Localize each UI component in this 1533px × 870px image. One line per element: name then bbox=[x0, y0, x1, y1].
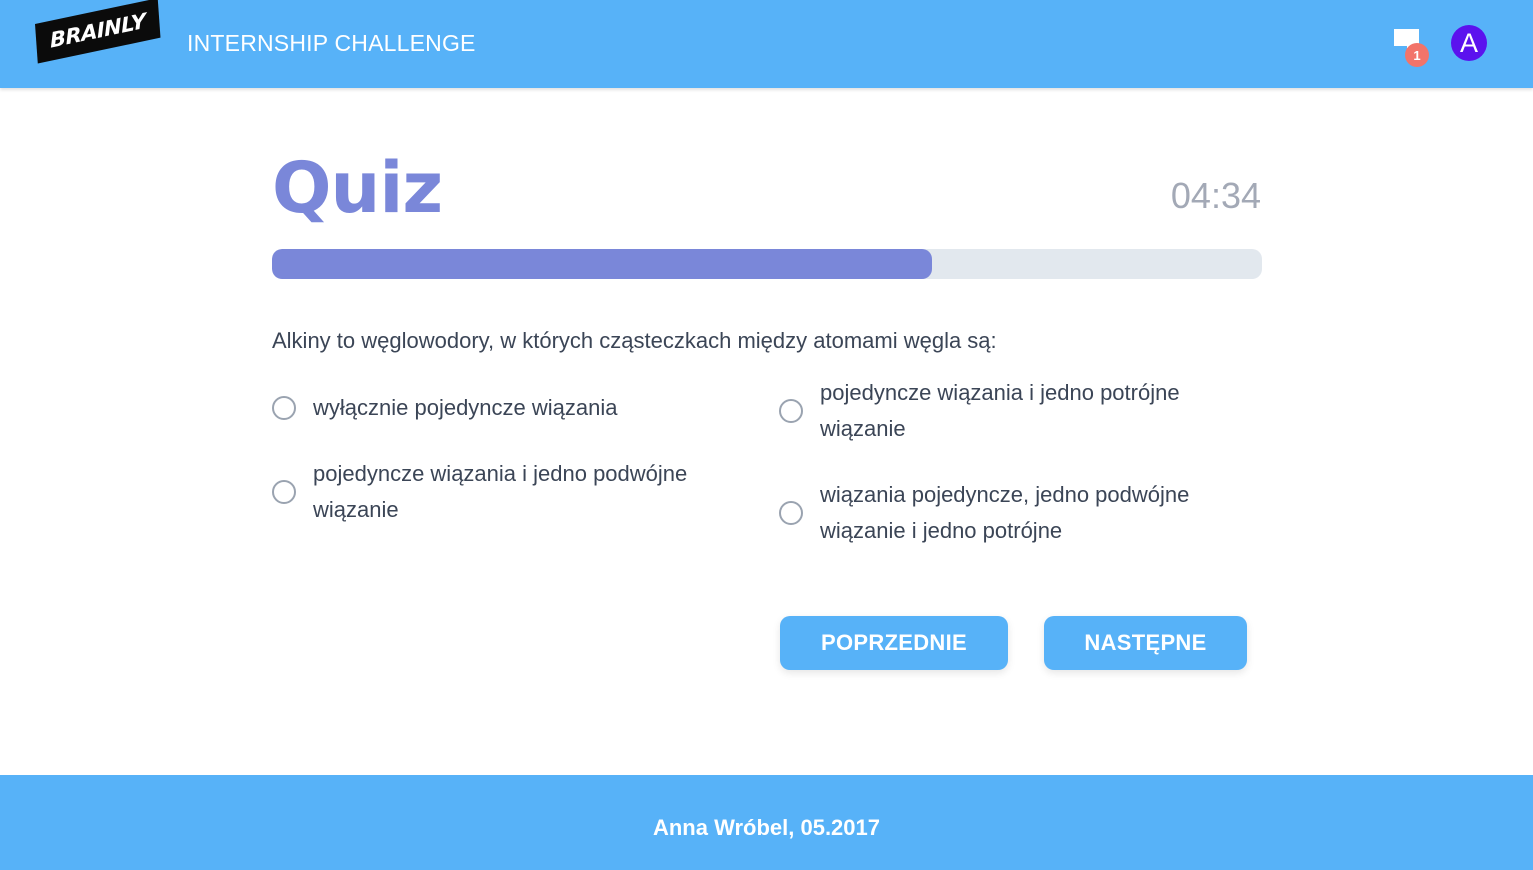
answer-option-label: pojedyncze wiązania i jedno potrójne wią… bbox=[820, 380, 1180, 441]
quiz-timer: 04:34 bbox=[1170, 175, 1261, 216]
answer-option-label: wyłącznie pojedyncze wiązania bbox=[313, 395, 618, 420]
brainly-logo[interactable]: BRAINLY bbox=[35, 0, 161, 64]
answer-option-2[interactable]: pojedyncze wiązania i jedno potrójne wią… bbox=[779, 375, 1240, 447]
quiz-progress-fill bbox=[272, 249, 933, 279]
logo-text: BRAINLY bbox=[49, 8, 147, 53]
radio-button[interactable] bbox=[779, 501, 803, 525]
messages-button[interactable]: 1 bbox=[1390, 26, 1434, 70]
answer-option-3[interactable]: pojedyncze wiązania i jedno podwójne wią… bbox=[272, 456, 733, 528]
next-button[interactable]: NASTĘPNE bbox=[1044, 616, 1247, 670]
radio-button[interactable] bbox=[272, 396, 296, 420]
app-title: INTERNSHIP CHALLENGE bbox=[187, 30, 476, 56]
user-avatar[interactable]: A bbox=[1451, 25, 1487, 61]
top-navigation-bar: BRAINLY INTERNSHIP CHALLENGE 1 A bbox=[0, 0, 1533, 88]
footer-credit: Anna Wróbel, 05.2017 bbox=[652, 815, 880, 840]
messages-count-badge: 1 bbox=[1405, 43, 1429, 67]
answer-option-label: pojedyncze wiązania i jedno podwójne wią… bbox=[313, 461, 688, 522]
answer-option-1[interactable]: wyłącznie pojedyncze wiązania bbox=[272, 390, 743, 426]
quiz-progress-bar bbox=[272, 249, 1262, 279]
radio-button[interactable] bbox=[272, 480, 296, 504]
answer-option-label: wiązania pojedyncze, jedno podwójne wiąz… bbox=[820, 482, 1190, 543]
question-text: Alkiny to węglowodory, w których cząstec… bbox=[272, 328, 997, 353]
quiz-title: Quiz bbox=[272, 147, 443, 229]
radio-button[interactable] bbox=[779, 399, 803, 423]
answer-option-4[interactable]: wiązania pojedyncze, jedno podwójne wiąz… bbox=[779, 477, 1240, 549]
previous-button[interactable]: POPRZEDNIE bbox=[780, 616, 1008, 670]
footer: Anna Wróbel, 05.2017 bbox=[0, 775, 1533, 870]
